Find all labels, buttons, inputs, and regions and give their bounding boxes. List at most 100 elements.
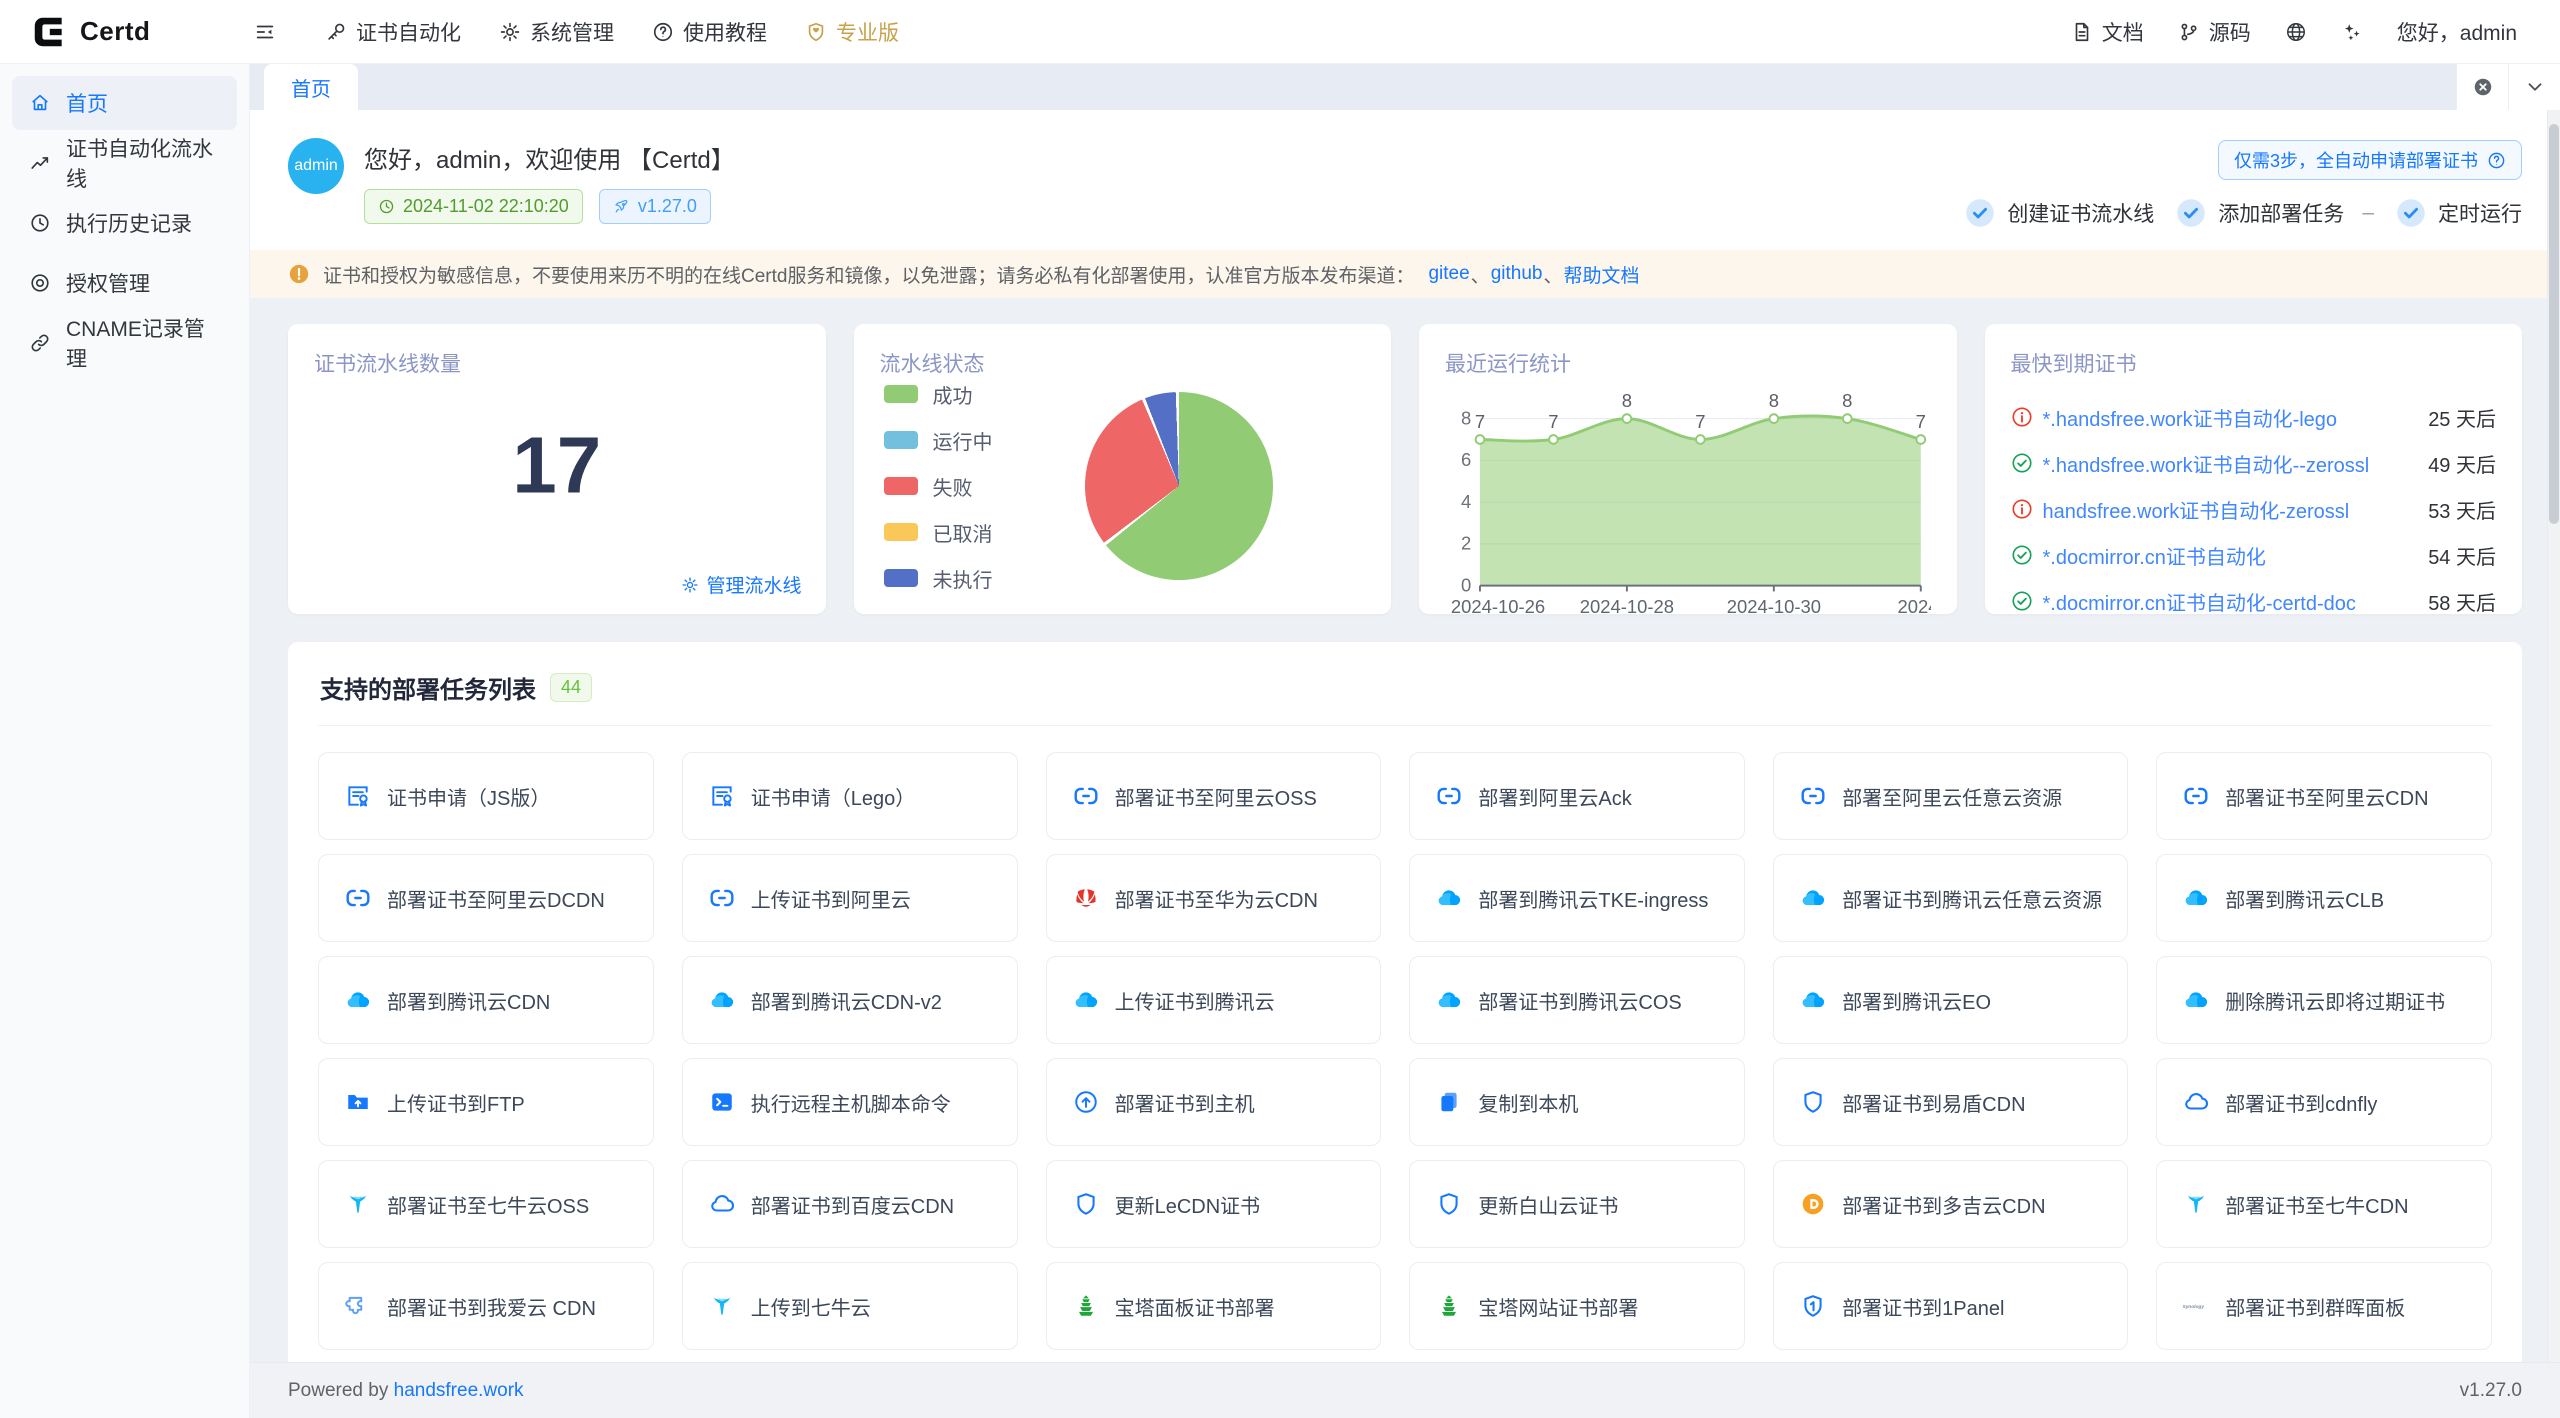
- pipeline-icon: [29, 152, 51, 174]
- top-menu-item[interactable]: 专业版: [786, 0, 918, 64]
- legend-swatch: [884, 523, 918, 541]
- footer-version: v1.27.0: [2460, 1380, 2522, 1402]
- task-card[interactable]: Synology 部署证书到群晖面板: [2156, 1262, 2492, 1350]
- legend-item[interactable]: 失败: [884, 472, 993, 501]
- svg-text:8: 8: [1622, 390, 1632, 411]
- task-card[interactable]: 部署证书到百度云CDN: [682, 1160, 1018, 1248]
- brand-name: Certd: [80, 16, 150, 47]
- task-card[interactable]: 部署证书到腾讯云任意云资源: [1773, 854, 2128, 942]
- topbar-tool[interactable]: [2268, 0, 2324, 64]
- svg-text:2024-10-28: 2024-10-28: [1580, 596, 1674, 617]
- tasks-count-badge: 44: [550, 673, 592, 702]
- task-card[interactable]: 部署证书到多吉云CDN: [1773, 1160, 2128, 1248]
- avatar[interactable]: admin: [288, 138, 344, 194]
- sidebar-item-label: 执行历史记录: [66, 208, 192, 238]
- scrollbar-thumb[interactable]: [2549, 124, 2559, 524]
- huawei-icon: [1072, 884, 1100, 912]
- brand[interactable]: Certd: [30, 13, 248, 51]
- task-card[interactable]: 部署证书至七牛CDN: [2156, 1160, 2492, 1248]
- top-menu-item[interactable]: 系统管理: [480, 0, 633, 64]
- cert-name-link[interactable]: *.docmirror.cn证书自动化-certd-doc: [2043, 587, 2413, 616]
- task-card[interactable]: 部署证书到1Panel: [1773, 1262, 2128, 1350]
- cert-name-link[interactable]: *.handsfree.work证书自动化-lego: [2043, 403, 2413, 432]
- task-card[interactable]: 部署证书至阿里云OSS: [1046, 752, 1382, 840]
- tencent-icon: [708, 986, 736, 1014]
- task-card[interactable]: 复制到本机: [1409, 1058, 1745, 1146]
- legend-item[interactable]: 未执行: [884, 564, 993, 593]
- task-card[interactable]: 部署到阿里云Ack: [1409, 752, 1745, 840]
- pie-legend: 成功 运行中 失: [884, 380, 993, 593]
- page-scroll-area[interactable]: admin 您好，admin，欢迎使用 【Certd】 2024-11-02 2…: [250, 110, 2560, 1418]
- task-card[interactable]: 宝塔面板证书部署: [1046, 1262, 1382, 1350]
- pipeline-count-card: 证书流水线数量 17 管理流水线: [288, 324, 826, 614]
- task-label: 部署证书到我爱云 CDN: [387, 1292, 596, 1321]
- task-card[interactable]: 部署证书至阿里云CDN: [2156, 752, 2492, 840]
- setup-step[interactable]: 定时运行: [2396, 198, 2522, 228]
- tab-home[interactable]: 首页: [264, 64, 358, 110]
- task-card[interactable]: 部署至阿里云任意云资源: [1773, 752, 2128, 840]
- task-card[interactable]: 部署到腾讯云TKE-ingress: [1409, 854, 1745, 942]
- task-card[interactable]: 部署证书至阿里云DCDN: [318, 854, 654, 942]
- task-card[interactable]: 部署证书到易盾CDN: [1773, 1058, 2128, 1146]
- task-card[interactable]: 更新LeCDN证书: [1046, 1160, 1382, 1248]
- task-card[interactable]: 部署证书到腾讯云COS: [1409, 956, 1745, 1044]
- legend-item[interactable]: 成功: [884, 380, 993, 409]
- legend-item[interactable]: 已取消: [884, 518, 993, 547]
- sparkles-icon: [2341, 21, 2363, 43]
- sidebar-item[interactable]: 授权管理: [12, 256, 237, 310]
- sidebar-item[interactable]: 证书自动化流水线: [12, 136, 237, 190]
- topbar-tool[interactable]: [2324, 0, 2380, 64]
- setup-step[interactable]: 创建证书流水线: [1965, 198, 2154, 228]
- top-menu-label: 系统管理: [530, 17, 614, 47]
- scrollbar-track[interactable]: [2547, 110, 2560, 1362]
- sidebar-item[interactable]: 首页: [12, 76, 237, 130]
- top-menu-item[interactable]: 证书自动化: [306, 0, 480, 64]
- task-card[interactable]: 部署证书到我爱云 CDN: [318, 1262, 654, 1350]
- cert-icon: [708, 782, 736, 810]
- handsfree-link[interactable]: handsfree.work: [394, 1380, 524, 1401]
- top-menu-item[interactable]: 使用教程: [633, 0, 786, 64]
- cert-name-link[interactable]: *.docmirror.cn证书自动化: [2043, 541, 2413, 570]
- topbar-tool[interactable]: 源码: [2161, 0, 2268, 64]
- sidebar-item[interactable]: CNAME记录管理: [12, 316, 237, 370]
- close-tabs-button[interactable]: [2456, 64, 2508, 110]
- task-card[interactable]: 部署证书到cdnfly: [2156, 1058, 2492, 1146]
- task-card[interactable]: 部署到腾讯云CLB: [2156, 854, 2492, 942]
- three-steps-tip[interactable]: 仅需3步，全自动申请部署证书: [2218, 140, 2522, 180]
- task-card[interactable]: 上传到七牛云: [682, 1262, 1018, 1350]
- task-card[interactable]: 上传证书到阿里云: [682, 854, 1018, 942]
- topbar-tool[interactable]: 文档: [2054, 0, 2161, 64]
- task-card[interactable]: 上传证书到FTP: [318, 1058, 654, 1146]
- sidebar-collapse-icon[interactable]: [254, 21, 276, 43]
- task-card[interactable]: 部署证书到主机: [1046, 1058, 1382, 1146]
- legend-item[interactable]: 运行中: [884, 426, 993, 455]
- task-card[interactable]: 证书申请（JS版）: [318, 752, 654, 840]
- task-card[interactable]: 更新白山云证书: [1409, 1160, 1745, 1248]
- task-label: 部署到腾讯云CDN-v2: [751, 986, 942, 1015]
- alert-link[interactable]: gitee: [1428, 263, 1469, 285]
- sidebar-item[interactable]: 执行历史记录: [12, 196, 237, 250]
- task-card[interactable]: 删除腾讯云即将过期证书: [2156, 956, 2492, 1044]
- topbar-tool[interactable]: 您好，admin: [2380, 0, 2534, 64]
- task-label: 部署证书至阿里云CDN: [2225, 782, 2428, 811]
- legend-label: 成功: [933, 380, 973, 409]
- task-card[interactable]: 部署到腾讯云CDN-v2: [682, 956, 1018, 1044]
- alert-link[interactable]: github: [1491, 263, 1543, 285]
- cert-name-link[interactable]: handsfree.work证书自动化-zerossl: [2043, 495, 2413, 524]
- task-card[interactable]: 上传证书到腾讯云: [1046, 956, 1382, 1044]
- task-card[interactable]: 执行远程主机脚本命令: [682, 1058, 1018, 1146]
- svg-text:7: 7: [1548, 411, 1558, 432]
- auth-icon: [29, 272, 51, 294]
- task-card[interactable]: 宝塔网站证书部署: [1409, 1262, 1745, 1350]
- cert-name-link[interactable]: *.handsfree.work证书自动化--zerossl: [2043, 449, 2413, 478]
- version-badge: v1.27.0: [599, 189, 711, 224]
- task-card[interactable]: 证书申请（Lego）: [682, 752, 1018, 840]
- tab-menu-button[interactable]: [2508, 64, 2560, 110]
- task-card[interactable]: 部署证书至华为云CDN: [1046, 854, 1382, 942]
- task-card[interactable]: 部署到腾讯云EO: [1773, 956, 2128, 1044]
- manage-pipelines-link[interactable]: 管理流水线: [681, 571, 801, 598]
- setup-step[interactable]: 添加部署任务: [2176, 198, 2344, 228]
- task-card[interactable]: 部署到腾讯云CDN: [318, 956, 654, 1044]
- alert-link[interactable]: 帮助文档: [1563, 261, 1639, 288]
- task-card[interactable]: 部署证书至七牛云OSS: [318, 1160, 654, 1248]
